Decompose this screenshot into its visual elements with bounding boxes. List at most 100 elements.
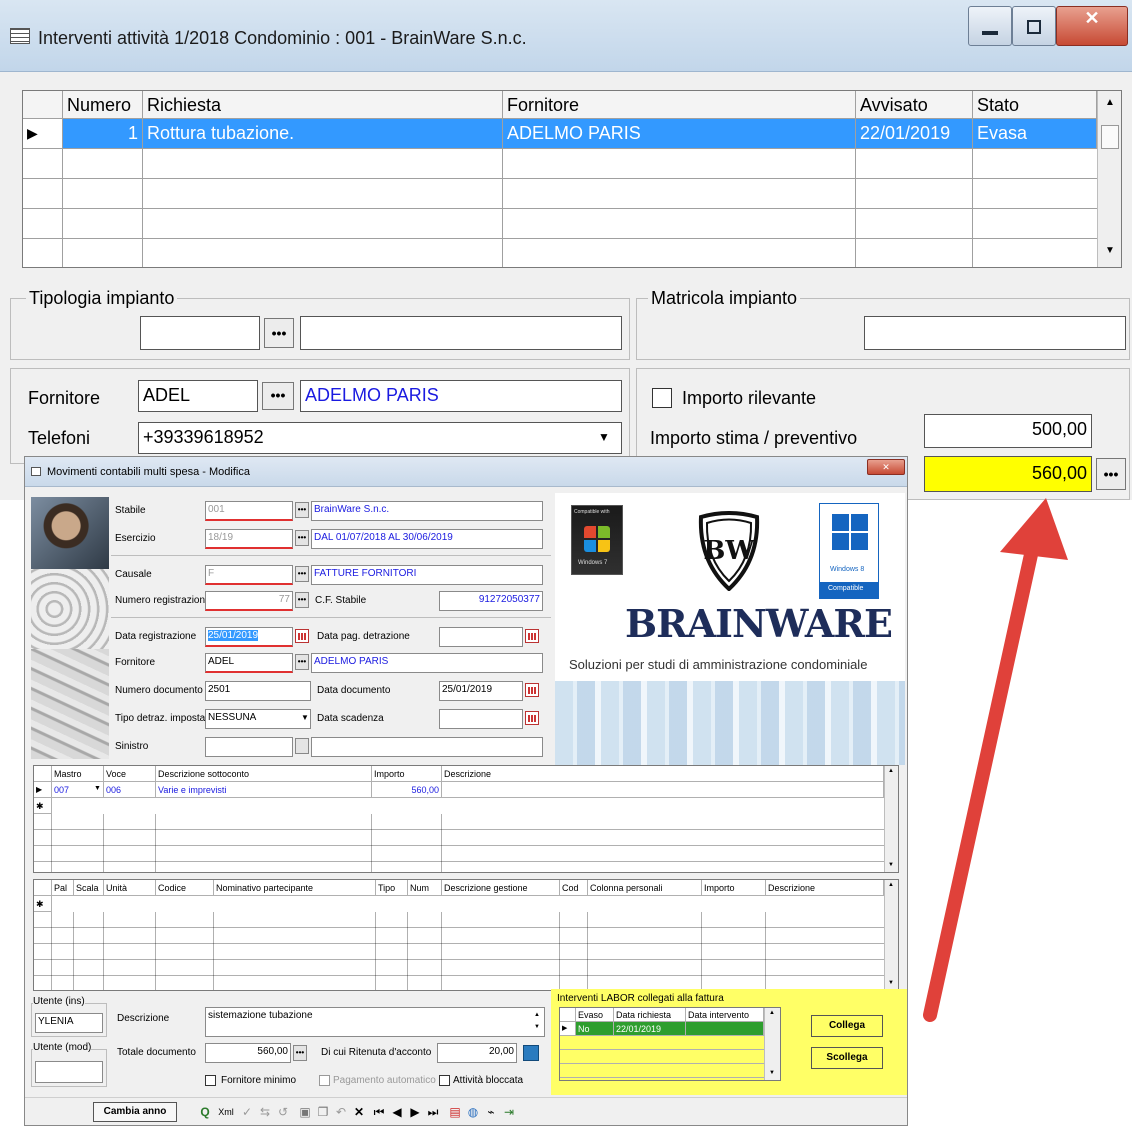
g1-col-mastro[interactable]: Mastro xyxy=(52,766,104,782)
sinistro-lookup-button[interactable] xyxy=(295,738,309,754)
causale-code-input[interactable]: F xyxy=(205,565,293,585)
numreg-lookup-button[interactable]: ••• xyxy=(295,592,309,608)
undo-check-icon[interactable]: ↺ xyxy=(275,1103,291,1121)
minimize-button[interactable] xyxy=(968,6,1012,46)
pdf-icon[interactable]: ▤ xyxy=(447,1103,463,1121)
telefoni-select[interactable]: +39339618952 xyxy=(138,422,622,454)
xml-button[interactable]: Xml xyxy=(215,1103,237,1121)
g1-mastro-dropdown-icon[interactable]: ▼ xyxy=(94,785,101,792)
g1-scrollbar[interactable]: ▲ ▼ xyxy=(884,766,898,872)
g1-col-desc-sottoconto[interactable]: Descrizione sottoconto xyxy=(156,766,372,782)
g1-col-voce[interactable]: Voce xyxy=(104,766,156,782)
g1-cell-descrizione[interactable] xyxy=(442,782,884,798)
save-icon[interactable]: ▣ xyxy=(297,1103,313,1121)
tipologia-code-input[interactable] xyxy=(140,316,260,350)
g1-cell-desc[interactable]: Varie e imprevisti xyxy=(156,782,372,798)
col-header-stato[interactable]: Stato xyxy=(973,91,1097,119)
g2-col-colonna[interactable]: Colonna personali xyxy=(588,880,702,896)
sinistro-desc-input[interactable] xyxy=(311,737,543,757)
scroll-down-icon[interactable]: ▼ xyxy=(1105,245,1115,256)
cambia-anno-button[interactable]: Cambia anno xyxy=(93,1102,177,1122)
col-header-fornitore[interactable]: Fornitore xyxy=(503,91,856,119)
search-icon[interactable]: Q xyxy=(197,1103,213,1121)
descrizione-textarea[interactable]: sistemazione tubazione xyxy=(205,1007,545,1037)
datadoc-input[interactable]: 25/01/2019 xyxy=(439,681,523,701)
g1-col-importo[interactable]: Importo xyxy=(372,766,442,782)
movimenti-close-button[interactable]: ✕ xyxy=(867,459,905,475)
prev-record-icon[interactable]: ◀ xyxy=(389,1103,405,1121)
importo-lookup-button[interactable]: ••• xyxy=(1096,458,1126,490)
sub-fornitore-name-input[interactable]: ADELMO PARIS xyxy=(311,653,543,673)
stabile-code-input[interactable]: 001 xyxy=(205,501,293,521)
next-record-icon[interactable]: ▶ xyxy=(407,1103,423,1121)
tipodetr-dropdown-icon[interactable]: ▼ xyxy=(301,713,309,722)
labor-col-data-intervento[interactable]: Data intervento xyxy=(686,1008,764,1022)
scroll-down-icon[interactable]: ▼ xyxy=(769,1070,775,1076)
stabile-lookup-button[interactable]: ••• xyxy=(295,502,309,518)
importo-stima-input[interactable]: 500,00 xyxy=(924,414,1092,448)
calculator-icon[interactable] xyxy=(523,1045,539,1061)
g2-col-codice[interactable]: Codice xyxy=(156,880,214,896)
sinistro-code-input[interactable] xyxy=(205,737,293,757)
datapag-calendar-icon[interactable] xyxy=(525,629,539,643)
cell-numero[interactable]: 1 xyxy=(63,119,143,149)
g2-col-scala[interactable]: Scala xyxy=(74,880,104,896)
importo-finale-input[interactable]: 560,00 xyxy=(924,456,1092,492)
grid-scrollbar[interactable]: ▲ ▼ xyxy=(1097,91,1121,267)
partecipanti-grid[interactable]: Pal Scala Unità Codice Nominativo partec… xyxy=(33,879,899,991)
collega-button[interactable]: Collega xyxy=(811,1015,883,1037)
scroll-up-icon[interactable]: ▲ xyxy=(888,768,894,774)
copy-icon[interactable]: ❐ xyxy=(315,1103,331,1121)
export-icon[interactable]: ⇆ xyxy=(257,1103,273,1121)
g2-col-importo[interactable]: Importo xyxy=(702,880,766,896)
col-header-numero[interactable]: Numero xyxy=(63,91,143,119)
labor-scrollbar[interactable]: ▲ ▼ xyxy=(764,1008,780,1080)
fornitore-name-input[interactable]: ADELMO PARIS xyxy=(300,380,622,412)
scroll-up-icon[interactable]: ▲ xyxy=(1105,97,1115,108)
g1-cell-importo[interactable]: 560,00 xyxy=(372,782,442,798)
interventi-grid[interactable]: Numero Richiesta Fornitore Avvisato Stat… xyxy=(22,90,1122,268)
utente-mod-input[interactable] xyxy=(35,1061,103,1083)
sub-fornitore-code-input[interactable]: ADEL xyxy=(205,653,293,673)
numreg-input[interactable]: 77 xyxy=(205,591,293,611)
utente-ins-input[interactable]: YLENIA xyxy=(35,1013,103,1033)
stabile-name-input[interactable]: BrainWare S.n.c. xyxy=(311,501,543,521)
datareg-input[interactable]: 25/01/2019 xyxy=(205,627,293,647)
ritenuta-input[interactable]: 20,00 xyxy=(437,1043,517,1063)
tipologia-desc-input[interactable] xyxy=(300,316,622,350)
scroll-up-icon[interactable]: ▲ xyxy=(888,882,894,888)
scroll-thumb[interactable] xyxy=(1101,125,1119,149)
confirm-icon[interactable]: ✓ xyxy=(239,1103,255,1121)
g1-cell-voce[interactable]: 006 xyxy=(104,782,156,798)
fornitore-code-input[interactable]: ADEL xyxy=(138,380,258,412)
delete-icon[interactable]: ✕ xyxy=(351,1103,367,1121)
g2-scrollbar[interactable]: ▲ ▼ xyxy=(884,880,898,990)
col-header-avvisato[interactable]: Avvisato xyxy=(856,91,973,119)
g1-col-descrizione[interactable]: Descrizione xyxy=(442,766,884,782)
cf-input[interactable]: 91272050377 xyxy=(439,591,543,611)
esercizio-code-input[interactable]: 18/19 xyxy=(205,529,293,549)
totale-lookup-button[interactable]: ••• xyxy=(293,1045,307,1061)
g2-col-tipo[interactable]: Tipo xyxy=(376,880,408,896)
datareg-calendar-icon[interactable] xyxy=(295,629,309,643)
esercizio-desc-input[interactable]: DAL 01/07/2018 AL 30/06/2019 xyxy=(311,529,543,549)
g2-col-cod[interactable]: Cod xyxy=(560,880,588,896)
g2-col-pal[interactable]: Pal xyxy=(52,880,74,896)
telefoni-dropdown-icon[interactable]: ▼ xyxy=(598,430,610,444)
attach-icon[interactable]: ⌁ xyxy=(483,1103,499,1121)
attivita-bloccata-checkbox[interactable] xyxy=(439,1075,450,1086)
labor-cell-evaso[interactable]: No xyxy=(576,1022,614,1036)
esercizio-lookup-button[interactable]: ••• xyxy=(295,530,309,546)
datascad-input[interactable] xyxy=(439,709,523,729)
datadoc-calendar-icon[interactable] xyxy=(525,683,539,697)
g2-col-desc-gestione[interactable]: Descrizione gestione xyxy=(442,880,560,896)
causale-desc-input[interactable]: FATTURE FORNITORI xyxy=(311,565,543,585)
last-record-icon[interactable]: ⏭ xyxy=(425,1103,441,1121)
importo-rilevante-checkbox[interactable] xyxy=(652,388,672,408)
labor-grid[interactable]: Evaso Data richiesta Data intervento ▶ N… xyxy=(559,1007,781,1081)
scollega-button[interactable]: Scollega xyxy=(811,1047,883,1069)
cell-richiesta[interactable]: Rottura tubazione. xyxy=(143,119,503,149)
scroll-up-icon[interactable]: ▲ xyxy=(769,1010,775,1016)
fornitore-minimo-checkbox[interactable] xyxy=(205,1075,216,1086)
labor-cell-data-richiesta[interactable]: 22/01/2019 xyxy=(614,1022,686,1036)
